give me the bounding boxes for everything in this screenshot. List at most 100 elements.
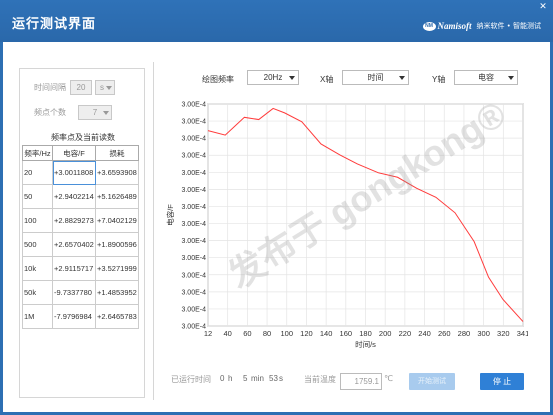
- plot-frequency-label: 绘图频率: [202, 75, 234, 84]
- freq-count-row: 频点个数 7: [20, 105, 112, 120]
- x-tick-label: 240: [418, 329, 431, 338]
- capacitance-cell[interactable]: +2.9402214: [52, 184, 96, 209]
- brand-company: 纳米软件: [476, 23, 505, 30]
- x-tick-label: 320: [497, 329, 510, 338]
- elapsed-label: 已运行时间: [171, 375, 211, 384]
- table-row[interactable]: 10k +2.9115717 +3.5271999: [22, 256, 139, 281]
- temperature-unit: ℃: [384, 374, 393, 383]
- loss-cell[interactable]: +5.1626489: [95, 184, 139, 209]
- table-row[interactable]: 500 +2.6570402 +1.8900596: [22, 232, 139, 257]
- brand: NM Namisoft 纳米软件 • 智能测试: [422, 21, 541, 31]
- y-tick-label: 3.00E-4: [181, 272, 206, 279]
- column-header-loss[interactable]: 损耗: [95, 145, 139, 161]
- chevron-down-icon: [399, 76, 405, 80]
- y-tick-label: 3.00E-4: [181, 119, 206, 126]
- capacitance-cell[interactable]: +2.8829273: [52, 208, 96, 233]
- y-tick-label: 3.00E-4: [181, 324, 206, 331]
- elapsed-minutes-unit: min: [251, 374, 264, 383]
- frequency-cell[interactable]: 50k: [22, 280, 53, 305]
- x-tick-label: 80: [263, 329, 271, 338]
- chevron-down-icon: [508, 76, 514, 80]
- start-test-button[interactable]: 开始测试: [409, 373, 455, 390]
- title-bar: 运行测试界面 ✕ NM Namisoft 纳米软件 • 智能测试: [0, 0, 553, 42]
- capacitance-cell[interactable]: -7.9796984: [52, 304, 96, 329]
- stop-button[interactable]: 停 止: [480, 373, 524, 390]
- x-tick-label: 180: [359, 329, 372, 338]
- interval-unit-select[interactable]: s: [95, 80, 115, 95]
- chevron-down-icon: [103, 111, 109, 115]
- table-row[interactable]: 1M -7.9796984 +2.6465783: [22, 304, 139, 329]
- y-tick-label: 3.00E-4: [181, 187, 206, 194]
- y-axis-select[interactable]: 电容: [454, 70, 518, 85]
- elapsed-seconds: 53: [269, 374, 278, 383]
- y-axis-value: 电容: [478, 73, 494, 82]
- table-title: 频率点及当前读数: [51, 133, 115, 142]
- interval-unit-value: s: [100, 83, 104, 92]
- loss-cell[interactable]: +7.0402129: [95, 208, 139, 233]
- interval-input[interactable]: 20: [70, 80, 92, 95]
- chevron-down-icon: [289, 76, 295, 80]
- x-tick-label: 300: [477, 329, 490, 338]
- frequency-cell[interactable]: 50: [22, 184, 53, 209]
- loss-cell[interactable]: +3.5271999: [95, 256, 139, 281]
- x-tick-label: 200: [379, 329, 392, 338]
- frequency-cell[interactable]: 500: [22, 232, 53, 257]
- x-tick-label: 260: [438, 329, 451, 338]
- y-tick-label: 3.00E-4: [181, 221, 206, 228]
- capacitance-cell[interactable]: +3.0011808: [52, 160, 96, 185]
- y-tick-label: 3.00E-4: [181, 136, 206, 143]
- interval-label: 时间间隔: [34, 83, 66, 92]
- column-header-capacitance[interactable]: 电容/F: [52, 145, 96, 161]
- y-axis-label: Y轴: [432, 75, 446, 84]
- x-tick-label: 100: [280, 329, 293, 338]
- freq-count-value: 7: [92, 108, 98, 117]
- close-icon[interactable]: ✕: [537, 0, 549, 12]
- x-tick-label: 160: [340, 329, 353, 338]
- table-row[interactable]: 50k -9.7337780 +1.4853952: [22, 280, 139, 305]
- table-row[interactable]: 100 +2.8829273 +7.0402129: [22, 208, 139, 233]
- y-tick-label: 3.00E-4: [181, 289, 206, 296]
- brand-separator: •: [507, 22, 510, 30]
- freq-count-label: 频点个数: [34, 108, 66, 117]
- elapsed-hours-unit: h: [228, 374, 233, 383]
- elapsed-hours: 0: [220, 374, 225, 383]
- x-axis-select[interactable]: 时间: [342, 70, 409, 85]
- loss-cell[interactable]: +3.6593908: [95, 160, 139, 185]
- y-tick-label: 3.00E-4: [181, 238, 206, 245]
- x-axis-label: X轴: [320, 75, 334, 84]
- loss-cell[interactable]: +2.6465783: [95, 304, 139, 329]
- brand-name: Namisoft: [437, 21, 472, 31]
- chevron-down-icon: [106, 86, 112, 90]
- y-tick-label: 3.00E-4: [181, 102, 206, 109]
- x-tick-label: 40: [224, 329, 232, 338]
- window-title: 运行测试界面: [12, 16, 97, 31]
- y-tick-label: 3.00E-4: [181, 306, 206, 313]
- y-tick-label: 3.00E-4: [181, 170, 206, 177]
- capacitance-cell[interactable]: +2.6570402: [52, 232, 96, 257]
- x-axis-title: 时间/s: [355, 339, 376, 349]
- column-header-frequency[interactable]: 频率/Hz: [22, 145, 53, 161]
- capacitance-cell[interactable]: +2.9115717: [52, 256, 96, 281]
- y-tick-label: 3.00E-4: [181, 204, 206, 211]
- x-tick-label: 220: [399, 329, 412, 338]
- x-tick-label: 60: [243, 329, 251, 338]
- capacitance-cell[interactable]: -9.7337780: [52, 280, 96, 305]
- interval-row: 时间间隔 20 s: [20, 80, 115, 95]
- frequency-cell[interactable]: 100: [22, 208, 53, 233]
- loss-cell[interactable]: +1.4853952: [95, 280, 139, 305]
- brand-logo: NM: [422, 21, 436, 31]
- table-row[interactable]: 20 +3.0011808 +3.6593908: [22, 160, 139, 185]
- frequency-table: 频率/Hz 电容/F 损耗 20 +3.0011808 +3.6593908 5…: [22, 145, 139, 329]
- elapsed-minutes: 5: [243, 374, 248, 383]
- freq-count-select[interactable]: 7: [78, 105, 112, 120]
- frequency-cell[interactable]: 20: [22, 160, 53, 185]
- main-area: 时间间隔 20 s 频点个数 7 频率点及当前读数 频率/Hz 电容/F 损耗: [3, 42, 550, 412]
- x-axis-value: 时间: [367, 73, 384, 82]
- frequency-cell[interactable]: 10k: [22, 256, 53, 281]
- loss-cell[interactable]: +1.8900596: [95, 232, 139, 257]
- left-panel: 时间间隔 20 s 频点个数 7 频率点及当前读数 频率/Hz 电容/F 损耗: [19, 68, 145, 398]
- table-row[interactable]: 50 +2.9402214 +5.1626489: [22, 184, 139, 209]
- plot-frequency-select[interactable]: 20Hz: [247, 70, 299, 85]
- frequency-cell[interactable]: 1M: [22, 304, 53, 329]
- y-tick-label: 3.00E-4: [181, 255, 206, 262]
